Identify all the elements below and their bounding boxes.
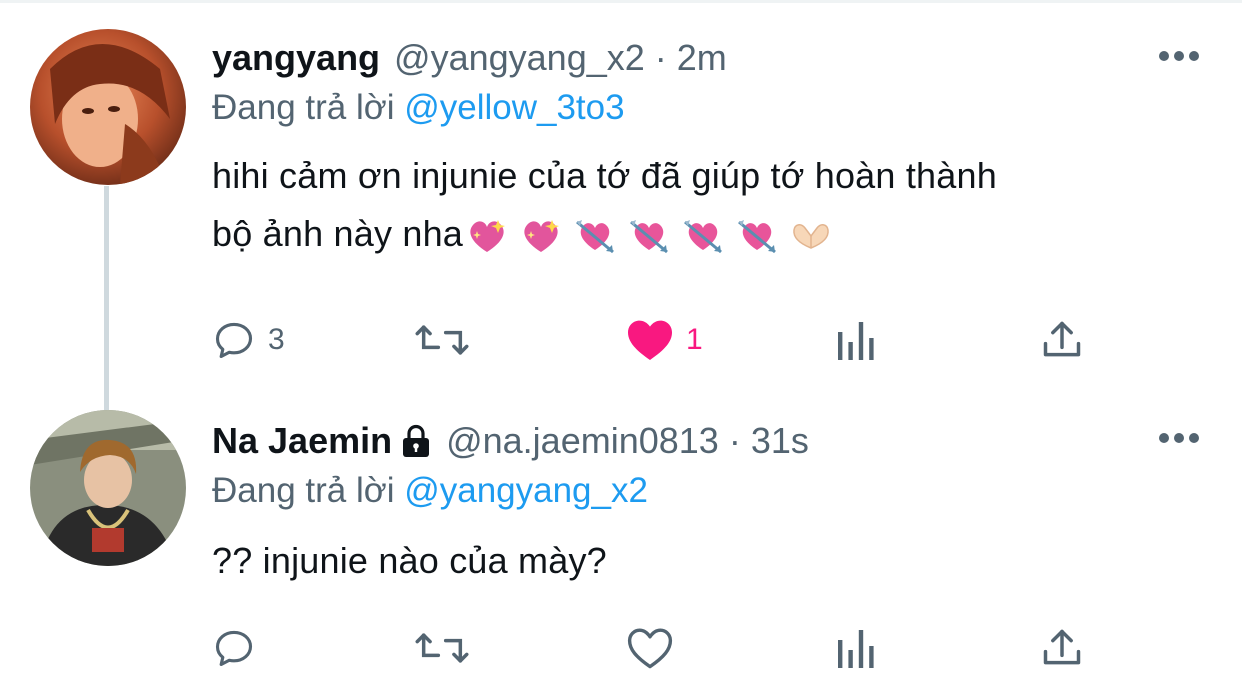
like-icon[interactable] [626,318,674,362]
tweet-yangyang[interactable]: yangyang @yangyang_x2 · 2m Đang trả lời … [0,0,1242,400]
tweet-text: hihi cảm ơn injunie của tớ đã giúp tớ ho… [212,147,1202,263]
tweet-text: ?? injunie nào của mày? [212,532,1202,590]
reply-prefix: Đang trả lời [212,471,395,510]
retweet-action[interactable] [414,623,482,673]
reply-thread: yangyang @yangyang_x2 · 2m Đang trả lời … [0,0,1242,694]
share-action[interactable] [1040,623,1084,673]
analytics-action[interactable] [836,315,876,365]
reply-count: 3 [268,323,285,356]
reply-context: Đang trả lời @yangyang_x2 [212,469,648,513]
share-icon[interactable] [1040,318,1084,362]
emoji-row [465,214,833,258]
reply-mention-link[interactable]: @yangyang_x2 [404,471,648,510]
like-count: 1 [686,323,703,356]
avatar-image-na-jaemin [30,410,186,566]
retweet-action[interactable] [414,315,482,365]
timestamp[interactable]: 31s [751,419,809,463]
retweet-icon[interactable] [414,318,470,362]
share-icon[interactable] [1040,626,1084,670]
reply-action[interactable]: 3 [212,315,285,365]
heart-with-arrow-icon [738,220,776,254]
avatar-image-yangyang [30,29,186,185]
display-name[interactable]: Na Jaemin [212,419,392,463]
display-name[interactable]: yangyang [212,36,380,80]
tweet-actions [212,623,1112,673]
avatar[interactable] [30,410,186,566]
user-handle[interactable]: @na.jaemin0813 [446,419,719,463]
lock-icon [403,424,430,457]
tweet-body: ?? injunie nào của mày? [212,540,607,581]
like-action[interactable] [626,623,686,673]
reply-prefix: Đang trả lời [212,88,395,127]
more-icon[interactable] [1158,430,1200,446]
analytics-icon[interactable] [836,626,876,670]
separator-dot: · [728,420,741,461]
like-icon[interactable] [626,626,674,670]
tweet-na-jaemin[interactable]: Na Jaemin @na.jaemin0813 · 31s Đang trả … [0,400,1242,694]
retweet-icon[interactable] [414,626,470,670]
reply-icon[interactable] [212,626,256,670]
user-handle[interactable]: @yangyang_x2 [394,36,645,80]
share-action[interactable] [1040,315,1084,365]
reply-icon[interactable] [212,318,256,362]
heart-with-arrow-icon [630,220,668,254]
more-icon[interactable] [1158,48,1200,64]
heart-hands-icon [793,224,829,250]
reply-action[interactable] [212,623,268,673]
reply-context: Đang trả lời @yellow_3to3 [212,86,625,130]
analytics-action[interactable] [836,623,876,673]
tweet-actions: 3 1 [212,315,1112,365]
timestamp[interactable]: 2m [677,36,727,80]
sparkling-heart-icon [524,220,560,253]
analytics-icon[interactable] [836,318,876,362]
avatar[interactable] [30,29,186,185]
like-action[interactable]: 1 [626,315,703,365]
reply-mention-link[interactable]: @yellow_3to3 [404,88,624,127]
sparkling-heart-icon [470,220,506,253]
separator-dot: · [654,37,667,78]
heart-with-arrow-icon [576,220,614,254]
heart-with-arrow-icon [684,220,722,254]
